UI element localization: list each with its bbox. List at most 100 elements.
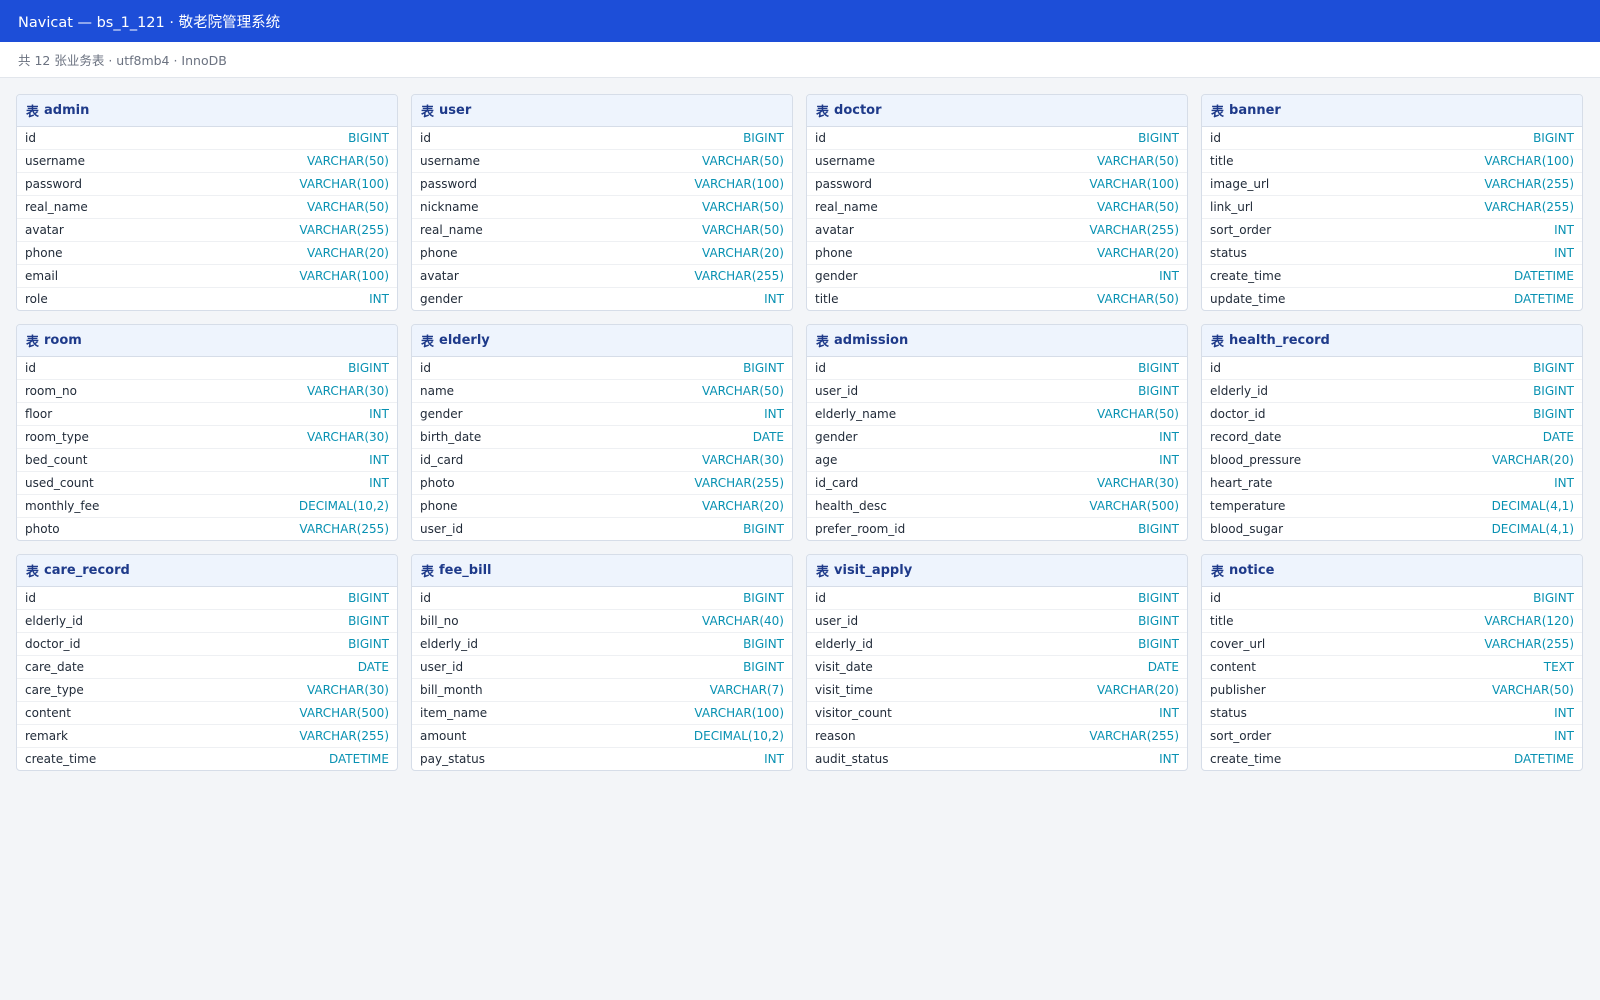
column-row[interactable]: health_desc VARCHAR(500) (807, 495, 1187, 518)
column-row[interactable]: status INT (1202, 242, 1582, 265)
column-row[interactable]: audit_status INT (807, 748, 1187, 770)
column-row[interactable]: content VARCHAR(500) (17, 702, 397, 725)
table-header[interactable]: 表 elderly (412, 325, 792, 357)
column-row[interactable]: role INT (17, 288, 397, 310)
column-row[interactable]: used_count INT (17, 472, 397, 495)
column-row[interactable]: care_type VARCHAR(30) (17, 679, 397, 702)
column-row[interactable]: title VARCHAR(120) (1202, 610, 1582, 633)
column-row[interactable]: image_url VARCHAR(255) (1202, 173, 1582, 196)
table-header[interactable]: 表 visit_apply (807, 555, 1187, 587)
column-row[interactable]: monthly_fee DECIMAL(10,2) (17, 495, 397, 518)
table-header[interactable]: 表 banner (1202, 95, 1582, 127)
column-row[interactable]: create_time DATETIME (1202, 748, 1582, 770)
column-row[interactable]: username VARCHAR(50) (17, 150, 397, 173)
column-row[interactable]: phone VARCHAR(20) (412, 242, 792, 265)
column-row[interactable]: id BIGINT (17, 127, 397, 150)
column-row[interactable]: status INT (1202, 702, 1582, 725)
table-header[interactable]: 表 user (412, 95, 792, 127)
column-row[interactable]: age INT (807, 449, 1187, 472)
column-row[interactable]: photo VARCHAR(255) (412, 472, 792, 495)
column-row[interactable]: user_id BIGINT (412, 656, 792, 679)
column-row[interactable]: password VARCHAR(100) (412, 173, 792, 196)
table-header[interactable]: 表 notice (1202, 555, 1582, 587)
column-row[interactable]: nickname VARCHAR(50) (412, 196, 792, 219)
column-row[interactable]: blood_pressure VARCHAR(20) (1202, 449, 1582, 472)
column-row[interactable]: create_time DATETIME (1202, 265, 1582, 288)
column-row[interactable]: id BIGINT (412, 127, 792, 150)
column-row[interactable]: elderly_id BIGINT (1202, 380, 1582, 403)
column-row[interactable]: id BIGINT (807, 357, 1187, 380)
column-row[interactable]: id BIGINT (17, 357, 397, 380)
column-row[interactable]: sort_order INT (1202, 725, 1582, 748)
column-row[interactable]: doctor_id BIGINT (1202, 403, 1582, 426)
column-row[interactable]: id BIGINT (1202, 357, 1582, 380)
column-row[interactable]: id BIGINT (17, 587, 397, 610)
table-header[interactable]: 表 health_record (1202, 325, 1582, 357)
column-row[interactable]: doctor_id BIGINT (17, 633, 397, 656)
column-row[interactable]: birth_date DATE (412, 426, 792, 449)
column-row[interactable]: id BIGINT (1202, 127, 1582, 150)
column-row[interactable]: email VARCHAR(100) (17, 265, 397, 288)
column-row[interactable]: bed_count INT (17, 449, 397, 472)
table-header[interactable]: 表 admin (17, 95, 397, 127)
column-row[interactable]: cover_url VARCHAR(255) (1202, 633, 1582, 656)
column-row[interactable]: phone VARCHAR(20) (807, 242, 1187, 265)
column-row[interactable]: floor INT (17, 403, 397, 426)
column-row[interactable]: visit_date DATE (807, 656, 1187, 679)
column-row[interactable]: bill_no VARCHAR(40) (412, 610, 792, 633)
column-row[interactable]: user_id BIGINT (412, 518, 792, 540)
column-row[interactable]: password VARCHAR(100) (807, 173, 1187, 196)
table-header[interactable]: 表 fee_bill (412, 555, 792, 587)
column-row[interactable]: temperature DECIMAL(4,1) (1202, 495, 1582, 518)
column-row[interactable]: prefer_room_id BIGINT (807, 518, 1187, 540)
column-row[interactable]: sort_order INT (1202, 219, 1582, 242)
column-row[interactable]: id BIGINT (807, 127, 1187, 150)
column-row[interactable]: photo VARCHAR(255) (17, 518, 397, 540)
column-row[interactable]: bill_month VARCHAR(7) (412, 679, 792, 702)
column-row[interactable]: id BIGINT (412, 587, 792, 610)
column-row[interactable]: pay_status INT (412, 748, 792, 770)
table-header[interactable]: 表 room (17, 325, 397, 357)
column-row[interactable]: title VARCHAR(50) (807, 288, 1187, 310)
column-row[interactable]: id BIGINT (412, 357, 792, 380)
column-row[interactable]: item_name VARCHAR(100) (412, 702, 792, 725)
table-header[interactable]: 表 care_record (17, 555, 397, 587)
column-row[interactable]: room_type VARCHAR(30) (17, 426, 397, 449)
table-header[interactable]: 表 doctor (807, 95, 1187, 127)
column-row[interactable]: care_date DATE (17, 656, 397, 679)
table-header[interactable]: 表 admission (807, 325, 1187, 357)
column-row[interactable]: visitor_count INT (807, 702, 1187, 725)
column-row[interactable]: record_date DATE (1202, 426, 1582, 449)
column-row[interactable]: create_time DATETIME (17, 748, 397, 770)
column-row[interactable]: avatar VARCHAR(255) (17, 219, 397, 242)
column-row[interactable]: publisher VARCHAR(50) (1202, 679, 1582, 702)
column-row[interactable]: phone VARCHAR(20) (412, 495, 792, 518)
column-row[interactable]: id_card VARCHAR(30) (807, 472, 1187, 495)
column-row[interactable]: elderly_id BIGINT (412, 633, 792, 656)
column-row[interactable]: elderly_id BIGINT (807, 633, 1187, 656)
column-row[interactable]: gender INT (412, 288, 792, 310)
column-row[interactable]: id BIGINT (807, 587, 1187, 610)
column-row[interactable]: avatar VARCHAR(255) (807, 219, 1187, 242)
column-row[interactable]: room_no VARCHAR(30) (17, 380, 397, 403)
column-row[interactable]: gender INT (807, 265, 1187, 288)
column-row[interactable]: remark VARCHAR(255) (17, 725, 397, 748)
column-row[interactable]: content TEXT (1202, 656, 1582, 679)
column-row[interactable]: avatar VARCHAR(255) (412, 265, 792, 288)
column-row[interactable]: username VARCHAR(50) (412, 150, 792, 173)
column-row[interactable]: password VARCHAR(100) (17, 173, 397, 196)
column-row[interactable]: real_name VARCHAR(50) (17, 196, 397, 219)
column-row[interactable]: real_name VARCHAR(50) (412, 219, 792, 242)
column-row[interactable]: username VARCHAR(50) (807, 150, 1187, 173)
column-row[interactable]: phone VARCHAR(20) (17, 242, 397, 265)
column-row[interactable]: real_name VARCHAR(50) (807, 196, 1187, 219)
column-row[interactable]: id_card VARCHAR(30) (412, 449, 792, 472)
column-row[interactable]: update_time DATETIME (1202, 288, 1582, 310)
column-row[interactable]: user_id BIGINT (807, 610, 1187, 633)
column-row[interactable]: blood_sugar DECIMAL(4,1) (1202, 518, 1582, 540)
column-row[interactable]: amount DECIMAL(10,2) (412, 725, 792, 748)
column-row[interactable]: heart_rate INT (1202, 472, 1582, 495)
column-row[interactable]: elderly_name VARCHAR(50) (807, 403, 1187, 426)
column-row[interactable]: link_url VARCHAR(255) (1202, 196, 1582, 219)
column-row[interactable]: reason VARCHAR(255) (807, 725, 1187, 748)
